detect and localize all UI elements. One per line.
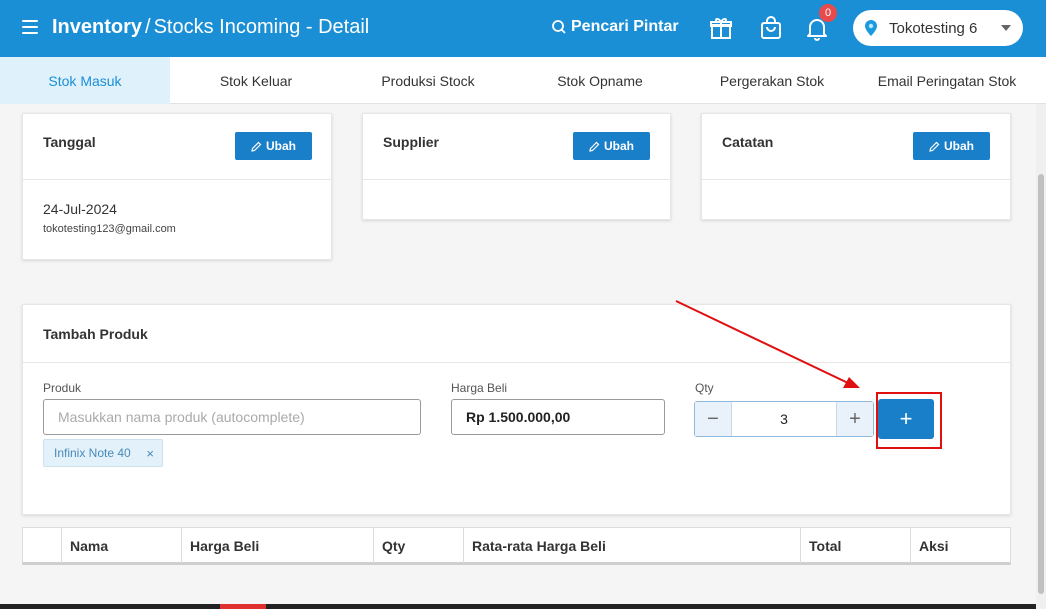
scrollbar-thumb[interactable]	[1038, 174, 1044, 594]
column-header-total: Total	[800, 528, 910, 563]
column-header-aksi: Aksi	[910, 528, 1010, 563]
bottom-accent	[220, 604, 266, 609]
column-header-nama: Nama	[61, 528, 181, 563]
column-header-qty: Qty	[373, 528, 463, 563]
column-header-harga-beli: Harga Beli	[181, 528, 373, 563]
products-table: Nama Harga Beli Qty Rata-rata Harga Beli…	[22, 527, 1011, 565]
scrollbar[interactable]	[1036, 104, 1046, 609]
bottom-edge	[0, 604, 1036, 609]
annotation-arrow	[675, 300, 860, 388]
column-header-blank	[23, 528, 61, 563]
column-header-rata-rata: Rata-rata Harga Beli	[463, 528, 800, 563]
